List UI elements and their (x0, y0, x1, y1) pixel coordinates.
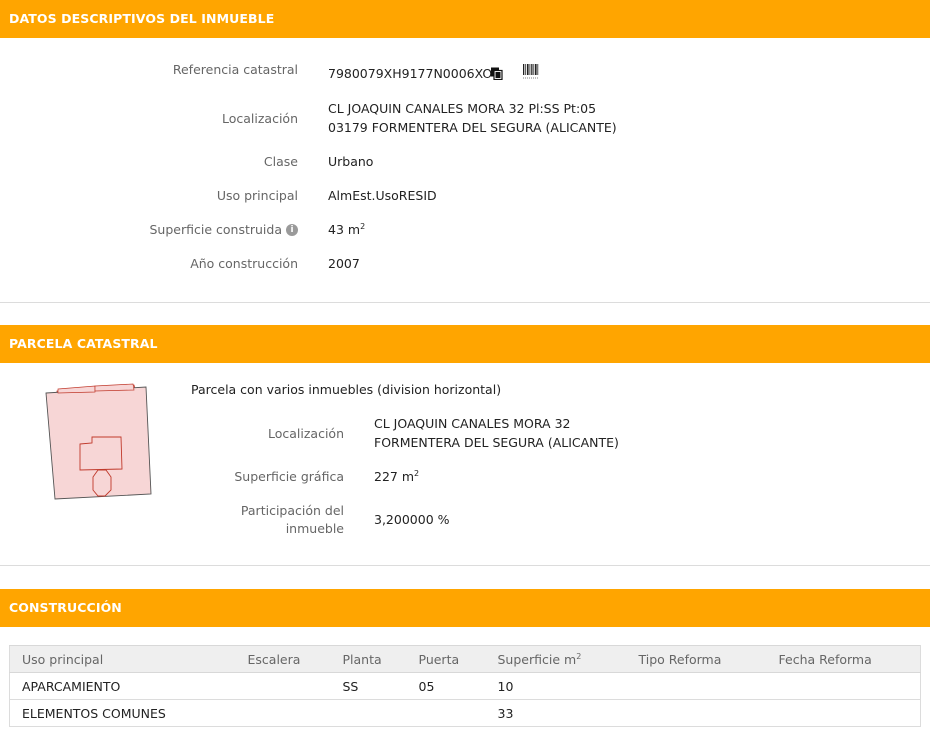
info-icon[interactable]: i (286, 224, 298, 236)
col-header-exp: 2 (576, 651, 582, 661)
col-header: Uso principal (9, 645, 236, 673)
participacion-label-1: Participación del (240, 503, 344, 518)
ref-label: Referencia catastral (172, 62, 298, 77)
table-cell (766, 672, 921, 700)
loc-line1: CL JOAQUIN CANALES MORA 32 Pl:SS Pt:05 (328, 101, 597, 116)
parcela-sup-label: Superficie gráfica (234, 469, 344, 484)
table-row: APARCAMIENTO SS 05 10 (9, 672, 921, 700)
superficie-number: 43 m (328, 222, 361, 237)
section-header-parcela: PARCELA CATASTRAL (0, 325, 930, 363)
table-cell (330, 699, 407, 727)
ref-value: 7980079XH9177N0006XO (328, 66, 493, 81)
table-cell: APARCAMIENTO (9, 672, 236, 700)
table-cell (235, 699, 331, 727)
table-cell (626, 699, 767, 727)
table-row: ELEMENTOS COMUNES 33 (9, 699, 921, 727)
construccion-table: Uso principal Escalera Planta Puerta Sup… (9, 645, 921, 727)
table-cell (626, 672, 767, 700)
superficie-value: 43 m2 (328, 222, 365, 237)
col-header: Puerta (406, 645, 486, 673)
uso-label: Uso principal (216, 188, 298, 203)
copy-icon[interactable] (490, 67, 503, 80)
parcel-map-image (45, 383, 152, 500)
participacion-label-2: inmueble (285, 521, 344, 536)
section-header-construccion: CONSTRUCCIÓN (0, 589, 930, 627)
table-cell (235, 672, 331, 700)
loc-line2: 03179 FORMENTERA DEL SEGURA (ALICANTE) (328, 120, 617, 135)
parcela-sup-number: 227 m (374, 469, 415, 484)
table-cell: 05 (406, 672, 486, 700)
table-cell: 33 (485, 699, 627, 727)
anio-value: 2007 (328, 256, 360, 271)
parcela-loc-line2: FORMENTERA DEL SEGURA (ALICANTE) (374, 435, 619, 450)
datos-panel: Referencia catastral 7980079XH9177N0006X… (0, 38, 930, 303)
parcela-sup-value: 227 m2 (374, 469, 419, 484)
section-header-datos: DATOS DESCRIPTIVOS DEL INMUEBLE (0, 0, 930, 38)
col-header-text: Superficie m (497, 651, 577, 667)
table-header-row: Uso principal Escalera Planta Puerta Sup… (9, 645, 921, 673)
col-header-superficie: Superficie m2 (485, 645, 627, 673)
parcela-note: Parcela con varios inmuebles (division h… (191, 382, 502, 397)
participacion-value: 3,200000 % (374, 512, 450, 527)
parcela-sup-exp: 2 (414, 469, 420, 478)
table-cell (406, 699, 486, 727)
parcela-panel: Parcela con varios inmuebles (division h… (0, 363, 930, 566)
table-cell (766, 699, 921, 727)
anio-label: Año construcción (190, 256, 298, 271)
table-cell: SS (330, 672, 407, 700)
parcela-loc-label: Localización (267, 426, 344, 441)
loc-label: Localización (221, 111, 298, 126)
col-header: Planta (330, 645, 407, 673)
superficie-label: Superficie construida (149, 222, 283, 237)
parcela-loc-line1: CL JOAQUIN CANALES MORA 32 (374, 416, 571, 431)
uso-value: AlmEst.UsoRESID (328, 188, 437, 203)
table-cell: ELEMENTOS COMUNES (9, 699, 236, 727)
superficie-exp: 2 (360, 222, 366, 231)
clase-value: Urbano (328, 154, 374, 169)
col-header: Tipo Reforma (626, 645, 767, 673)
col-header: Escalera (235, 645, 331, 673)
col-header: Fecha Reforma (766, 645, 921, 673)
clase-label: Clase (263, 154, 298, 169)
table-cell: 10 (485, 672, 627, 700)
barcode-icon[interactable] (522, 62, 540, 80)
